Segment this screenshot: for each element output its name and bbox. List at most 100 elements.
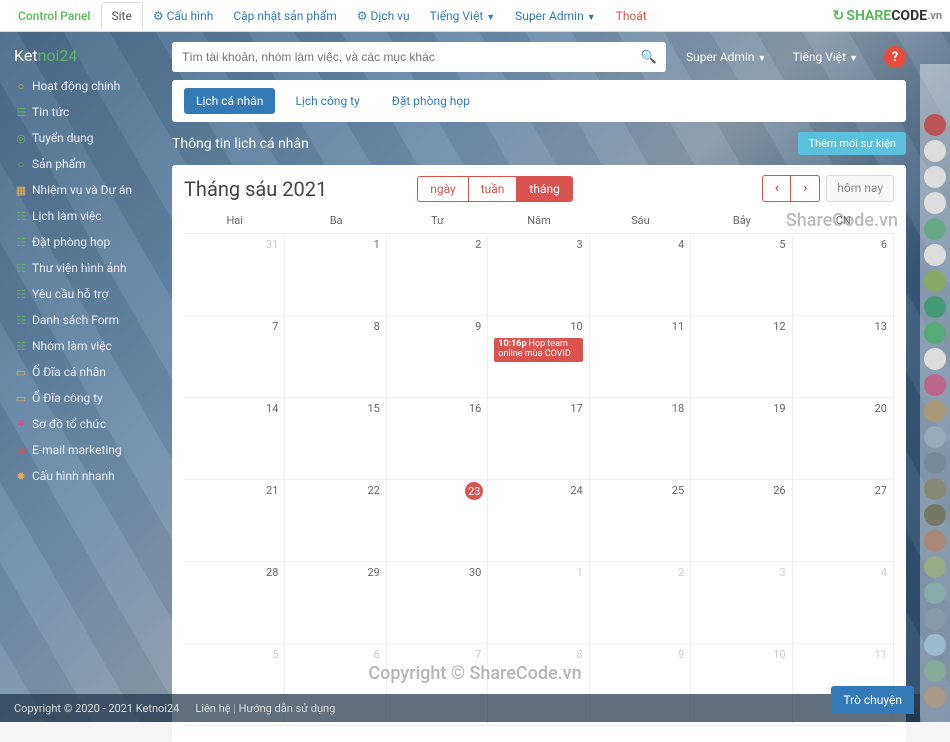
- calendar-cell[interactable]: 28: [184, 562, 285, 644]
- avatar[interactable]: [924, 634, 946, 656]
- calendar-cell[interactable]: 3: [488, 234, 589, 316]
- avatar[interactable]: [924, 452, 946, 474]
- nav-site[interactable]: Site: [101, 2, 143, 29]
- calendar-cell[interactable]: 26: [691, 480, 792, 562]
- avatar[interactable]: [924, 556, 946, 578]
- today-button[interactable]: hôm nay: [826, 175, 894, 202]
- sidebar-item-6[interactable]: ☷Đặt phòng họp: [0, 229, 160, 255]
- avatar[interactable]: [924, 374, 946, 396]
- calendar-cell[interactable]: 13: [793, 316, 894, 398]
- sidebar-item-0[interactable]: ○Hoạt động chính: [0, 73, 160, 99]
- calendar-cell[interactable]: 1010:16pHọp team online mùa COVID: [488, 316, 589, 398]
- sidebar-item-2[interactable]: ◎Tuyển dụng: [0, 125, 160, 151]
- avatar[interactable]: [924, 296, 946, 318]
- sidebar-item-8[interactable]: ☷Yêu cầu hỗ trợ: [0, 281, 160, 307]
- calendar-cell[interactable]: 2: [387, 234, 488, 316]
- view-month-button[interactable]: tháng: [517, 177, 571, 201]
- sidebar-item-15[interactable]: ✹Cấu hình nhanh: [0, 463, 160, 489]
- search-input[interactable]: [172, 42, 632, 72]
- sidebar-item-11[interactable]: ▭Ổ Đĩa cá nhân: [0, 359, 160, 385]
- calendar-cell[interactable]: 27: [793, 480, 894, 562]
- calendar-cell[interactable]: 1: [488, 562, 589, 644]
- calendar-cell[interactable]: 14: [184, 398, 285, 480]
- footer-lienhe[interactable]: Liên hệ: [195, 702, 230, 715]
- sidebar-item-7[interactable]: ☷Thư viện hình ảnh: [0, 255, 160, 281]
- calendar-cell[interactable]: 30: [387, 562, 488, 644]
- sidebar-item-12[interactable]: ▭Ổ Đĩa công ty: [0, 385, 160, 411]
- calendar-cell[interactable]: 31: [184, 234, 285, 316]
- calendar-cell[interactable]: 3: [691, 562, 792, 644]
- avatar[interactable]: [924, 114, 946, 136]
- footer-huongdan[interactable]: Hướng dẫn sử dụng: [239, 702, 336, 715]
- calendar-cell[interactable]: 9: [387, 316, 488, 398]
- help-button[interactable]: ?: [884, 46, 906, 68]
- calendar-cell[interactable]: 11: [590, 316, 691, 398]
- calendar-cell[interactable]: 19: [691, 398, 792, 480]
- calendar-cell[interactable]: 17: [488, 398, 589, 480]
- avatar[interactable]: [924, 686, 946, 708]
- calendar-cell[interactable]: 25: [590, 480, 691, 562]
- avatar[interactable]: [924, 192, 946, 214]
- tab-lich-ca-nhan[interactable]: Lịch cá nhân: [184, 88, 275, 114]
- view-day-button[interactable]: ngày: [418, 177, 468, 201]
- prev-button[interactable]: ‹: [763, 176, 791, 201]
- sidebar-item-3[interactable]: ○Sản phẩm: [0, 151, 160, 177]
- calendar-cell[interactable]: 29: [285, 562, 386, 644]
- avatar[interactable]: [924, 166, 946, 188]
- calendar-cell[interactable]: 22: [285, 480, 386, 562]
- avatar[interactable]: [924, 504, 946, 526]
- calendar-cell[interactable]: 12: [691, 316, 792, 398]
- tab-dat-phong-hop[interactable]: Đặt phòng họp: [380, 88, 482, 114]
- sidebar-item-14[interactable]: ✉E-mail marketing: [0, 437, 160, 463]
- calendar-cell[interactable]: 5: [691, 234, 792, 316]
- avatar[interactable]: [924, 218, 946, 240]
- sidebar-item-4[interactable]: ▦Nhiệm vụ và Dự án: [0, 177, 160, 203]
- calendar-cell[interactable]: 24: [488, 480, 589, 562]
- nav-cauhinh[interactable]: ⚙ Cấu hình: [143, 3, 223, 29]
- avatar[interactable]: [924, 270, 946, 292]
- lang-menu[interactable]: Tiếng Việt▼: [786, 50, 864, 64]
- search-button[interactable]: 🔍: [632, 42, 666, 72]
- nav-superadmin[interactable]: Super Admin▼: [505, 3, 605, 29]
- calendar-cell[interactable]: 4: [793, 562, 894, 644]
- avatar[interactable]: [924, 608, 946, 630]
- calendar-cell[interactable]: 2: [590, 562, 691, 644]
- nav-control-panel[interactable]: Control Panel: [8, 3, 101, 29]
- nav-dichvu[interactable]: ⚙ Dịch vụ: [347, 3, 420, 29]
- calendar-cell[interactable]: 18: [590, 398, 691, 480]
- calendar-cell[interactable]: 15: [285, 398, 386, 480]
- calendar-cell[interactable]: 23: [387, 480, 488, 562]
- brand-logo[interactable]: Ketnoi24: [0, 40, 160, 73]
- tab-lich-cong-ty[interactable]: Lịch công ty: [283, 88, 371, 114]
- calendar-cell[interactable]: 6: [793, 234, 894, 316]
- calendar-event[interactable]: 10:16pHọp team online mùa COVID: [494, 338, 582, 362]
- sidebar-item-10[interactable]: ☷Nhóm làm việc: [0, 333, 160, 359]
- sidebar-item-1[interactable]: ☰Tin tức: [0, 99, 160, 125]
- add-event-button[interactable]: Thêm mới sự kiện: [798, 132, 906, 155]
- calendar-cell[interactable]: 20: [793, 398, 894, 480]
- avatar[interactable]: [924, 140, 946, 162]
- avatar[interactable]: [924, 400, 946, 422]
- next-button[interactable]: ›: [791, 176, 819, 201]
- avatar[interactable]: [924, 322, 946, 344]
- calendar-cell[interactable]: 1: [285, 234, 386, 316]
- calendar-cell[interactable]: 16: [387, 398, 488, 480]
- sidebar-item-9[interactable]: ☷Danh sách Form: [0, 307, 160, 333]
- calendar-cell[interactable]: 4: [590, 234, 691, 316]
- calendar-cell[interactable]: 7: [184, 316, 285, 398]
- sidebar-item-5[interactable]: ☷Lịch làm việc: [0, 203, 160, 229]
- nav-language[interactable]: Tiếng Việt▼: [420, 3, 506, 29]
- avatar[interactable]: [924, 582, 946, 604]
- chat-button[interactable]: Trò chuyện: [831, 686, 914, 714]
- user-menu[interactable]: Super Admin▼: [680, 50, 772, 64]
- avatar[interactable]: [924, 244, 946, 266]
- avatar[interactable]: [924, 426, 946, 448]
- avatar[interactable]: [924, 348, 946, 370]
- nav-logout[interactable]: Thoát: [606, 3, 657, 29]
- nav-capnhat[interactable]: Cập nhật sản phẩm: [223, 3, 346, 29]
- calendar-cell[interactable]: 8: [285, 316, 386, 398]
- view-week-button[interactable]: tuần: [469, 177, 518, 201]
- avatar[interactable]: [924, 530, 946, 552]
- avatar[interactable]: [924, 660, 946, 682]
- sidebar-item-13[interactable]: ⚘Sơ đồ tổ chức: [0, 411, 160, 437]
